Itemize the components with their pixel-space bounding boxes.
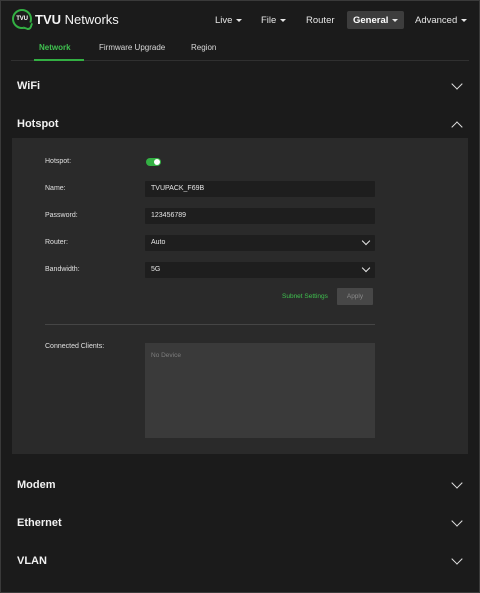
section-title: WiFi (17, 80, 41, 92)
empty-clients-text: No Device (151, 352, 181, 359)
nav-live[interactable]: Live (215, 11, 243, 29)
password-label: Password: (45, 212, 78, 219)
tvu-logo[interactable]: TVU TVU Networks (12, 9, 119, 29)
section-vlan[interactable]: VLAN (1, 548, 479, 576)
chevron-down-icon (451, 477, 463, 489)
active-tab-indicator (34, 59, 84, 61)
password-field[interactable]: 123456789 (145, 208, 375, 224)
chevron-down-icon (451, 515, 463, 527)
hotspot-toggle[interactable] (146, 158, 161, 166)
section-modem[interactable]: Modem (1, 472, 479, 500)
router-label: Router: (45, 239, 68, 246)
tab-network[interactable]: Network (39, 43, 71, 52)
router-select[interactable]: Auto (145, 235, 375, 251)
section-title: Modem (17, 479, 56, 491)
connected-clients-list[interactable]: No Device (145, 343, 375, 438)
name-field[interactable]: TVUPACK_F69B (145, 181, 375, 197)
brand-name: TVU Networks (35, 11, 119, 27)
apply-button[interactable]: Apply (337, 288, 373, 305)
chevron-down-icon (451, 78, 463, 90)
section-ethernet[interactable]: Ethernet (1, 510, 479, 538)
subnet-settings-link[interactable]: Subnet Settings (282, 293, 328, 300)
nav-file[interactable]: File (261, 11, 287, 29)
caret-down-icon (392, 18, 399, 22)
bandwidth-label: Bandwidth: (45, 266, 80, 273)
bandwidth-select[interactable]: 5G (145, 262, 375, 278)
tab-region[interactable]: Region (191, 43, 216, 52)
app-window: TVU TVU Networks Live File Router Genera… (0, 0, 480, 593)
nav-router[interactable]: Router (306, 11, 335, 29)
tab-firmware-upgrade[interactable]: Firmware Upgrade (99, 43, 165, 52)
sub-tabs: Network Firmware Upgrade Region (11, 39, 469, 61)
name-label: Name: (45, 185, 66, 192)
section-title: Hotspot (17, 118, 59, 130)
caret-down-icon (280, 18, 287, 22)
section-wifi[interactable]: WiFi (1, 73, 479, 101)
section-hotspot[interactable]: Hotspot (1, 111, 479, 139)
section-title: VLAN (17, 555, 47, 567)
chevron-up-icon (451, 121, 463, 133)
divider (45, 324, 375, 325)
nav-advanced[interactable]: Advanced (415, 11, 468, 29)
chevron-down-icon (361, 263, 371, 273)
chevron-down-icon (361, 236, 371, 246)
chevron-down-icon (451, 553, 463, 565)
caret-down-icon (236, 18, 243, 22)
top-navigation: TVU TVU Networks Live File Router Genera… (1, 1, 479, 37)
tvu-logo-icon: TVU (12, 9, 32, 29)
hotspot-toggle-label: Hotspot: (45, 158, 72, 165)
connected-clients-label: Connected Clients: (45, 343, 105, 350)
hotspot-panel: Hotspot: Name: TVUPACK_F69B Password: 12… (12, 138, 468, 454)
caret-down-icon (461, 18, 468, 22)
section-title: Ethernet (17, 517, 62, 529)
nav-general[interactable]: General (347, 11, 405, 29)
